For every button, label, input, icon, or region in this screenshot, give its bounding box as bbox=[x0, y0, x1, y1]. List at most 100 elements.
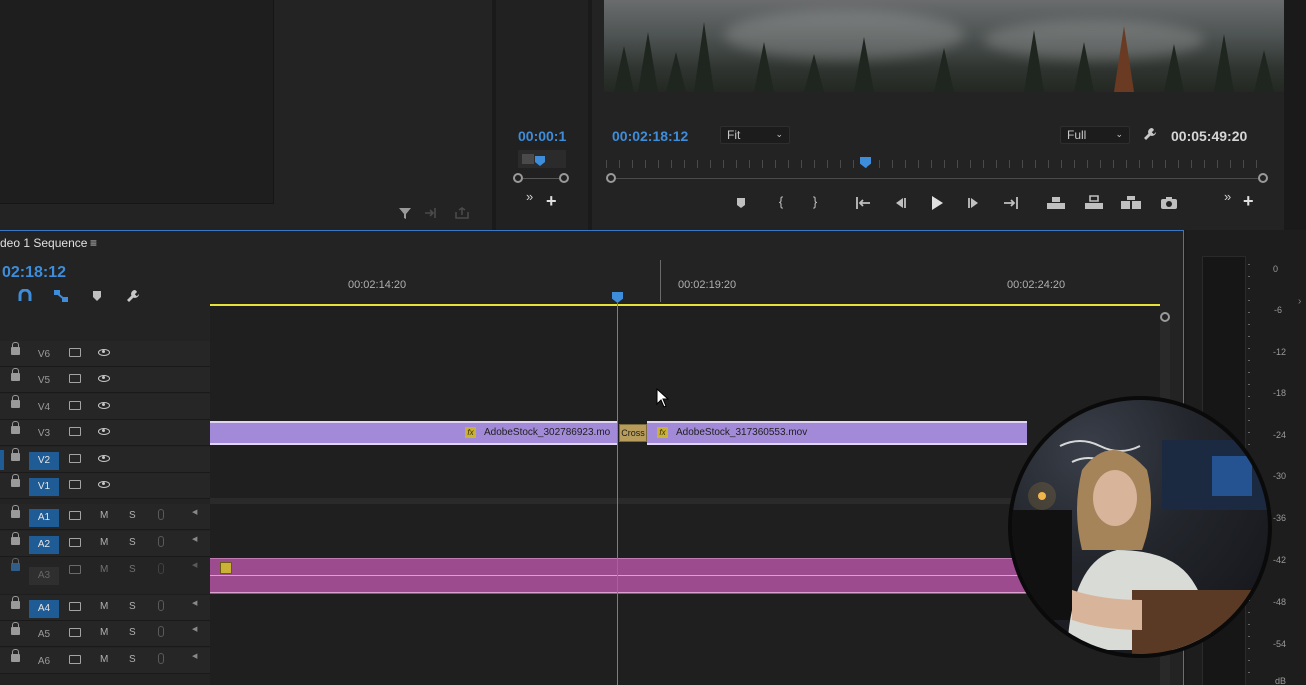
sync-lock-icon[interactable] bbox=[69, 511, 81, 520]
wrench-icon[interactable] bbox=[1142, 126, 1158, 145]
mute-button[interactable]: M bbox=[100, 564, 108, 575]
timeline-settings-icon[interactable] bbox=[125, 288, 141, 307]
microphone-icon[interactable] bbox=[158, 653, 164, 664]
sync-lock-icon[interactable] bbox=[69, 655, 81, 664]
solo-button[interactable]: S bbox=[129, 654, 136, 665]
lock-icon[interactable] bbox=[11, 395, 20, 408]
program-timecode[interactable]: 00:02:18:12 bbox=[612, 128, 688, 144]
mute-button[interactable]: M bbox=[100, 510, 108, 521]
track-label[interactable]: A4 bbox=[29, 600, 59, 618]
mute-button[interactable]: M bbox=[100, 537, 108, 548]
expand-track-icon[interactable]: ◀ bbox=[192, 652, 197, 660]
reference-mini-ruler[interactable] bbox=[518, 150, 566, 168]
lock-icon[interactable] bbox=[11, 474, 20, 487]
sync-lock-icon[interactable] bbox=[69, 374, 81, 383]
track-label[interactable]: V2 bbox=[29, 452, 59, 470]
track-header-v3[interactable]: V3 bbox=[0, 420, 210, 446]
track-label[interactable]: V1 bbox=[29, 478, 59, 496]
lock-icon[interactable] bbox=[11, 558, 20, 571]
reference-timecode[interactable]: 00:00:1 bbox=[518, 128, 566, 144]
zoom-handle-left[interactable] bbox=[513, 173, 523, 183]
add-marker-icon[interactable] bbox=[91, 290, 103, 305]
export-icon[interactable] bbox=[454, 207, 470, 222]
solo-button[interactable]: S bbox=[129, 564, 136, 575]
video-clip[interactable]: fx AdobeStock_317360553.mov bbox=[647, 421, 1027, 445]
track-header-a6[interactable]: A6 M S ◀ bbox=[0, 648, 210, 674]
extract-icon[interactable] bbox=[1084, 195, 1104, 214]
add-button-icon[interactable]: + bbox=[546, 192, 557, 210]
go-to-in-icon[interactable] bbox=[854, 196, 872, 213]
microphone-icon[interactable] bbox=[158, 626, 164, 637]
snap-icon[interactable] bbox=[18, 288, 32, 306]
expand-track-icon[interactable]: ◀ bbox=[192, 561, 197, 569]
track-label[interactable]: A5 bbox=[29, 626, 59, 644]
playhead-marker-icon[interactable] bbox=[535, 156, 545, 166]
more-controls-icon[interactable]: » bbox=[526, 189, 533, 204]
lock-icon[interactable] bbox=[11, 649, 20, 662]
lock-icon[interactable] bbox=[11, 505, 20, 518]
timeline-timecode[interactable]: 02:18:12 bbox=[2, 264, 66, 282]
solo-button[interactable]: S bbox=[129, 627, 136, 638]
sync-lock-icon[interactable] bbox=[69, 565, 81, 574]
lift-icon[interactable] bbox=[1046, 195, 1066, 214]
mark-out-icon[interactable]: } bbox=[805, 194, 825, 209]
track-label[interactable]: V5 bbox=[29, 372, 59, 390]
insert-icon[interactable] bbox=[424, 207, 440, 222]
mute-button[interactable]: M bbox=[100, 627, 108, 638]
linked-selection-icon[interactable] bbox=[53, 289, 69, 306]
lock-icon[interactable] bbox=[11, 421, 20, 434]
source-patch-indicator[interactable] bbox=[0, 450, 4, 470]
mute-button[interactable]: M bbox=[100, 654, 108, 665]
lock-icon[interactable] bbox=[11, 368, 20, 381]
mark-in-icon[interactable]: { bbox=[771, 194, 791, 209]
lock-icon[interactable] bbox=[11, 342, 20, 355]
more-controls-icon[interactable]: » bbox=[1224, 189, 1231, 204]
eye-icon[interactable] bbox=[98, 455, 110, 462]
track-header-v6[interactable]: V6 bbox=[0, 341, 210, 367]
sync-lock-icon[interactable] bbox=[69, 480, 81, 489]
eye-icon[interactable] bbox=[98, 402, 110, 409]
program-time-ruler[interactable] bbox=[606, 160, 1268, 168]
expand-track-icon[interactable]: ◀ bbox=[192, 508, 197, 516]
compare-icon[interactable] bbox=[1120, 195, 1142, 214]
audio-clip[interactable] bbox=[210, 558, 1030, 594]
track-header-a2[interactable]: A2 M S ◀ bbox=[0, 531, 210, 557]
track-header-a3[interactable]: A3 M S ◀ bbox=[0, 557, 210, 595]
track-label[interactable]: V3 bbox=[29, 425, 59, 443]
timeline-scroll-handle[interactable] bbox=[1160, 312, 1170, 322]
track-header-v4[interactable]: V4 bbox=[0, 394, 210, 420]
eye-icon[interactable] bbox=[98, 481, 110, 488]
track-header-v5[interactable]: V5 bbox=[0, 367, 210, 393]
track-label[interactable]: A1 bbox=[29, 509, 59, 527]
go-to-out-icon[interactable] bbox=[1002, 196, 1020, 213]
microphone-icon[interactable] bbox=[158, 536, 164, 547]
microphone-icon[interactable] bbox=[158, 563, 164, 574]
eye-icon[interactable] bbox=[98, 349, 110, 356]
expand-track-icon[interactable]: ◀ bbox=[192, 535, 197, 543]
eye-icon[interactable] bbox=[98, 375, 110, 382]
track-header-a5[interactable]: A5 M S ◀ bbox=[0, 621, 210, 647]
solo-button[interactable]: S bbox=[129, 510, 136, 521]
camera-icon[interactable] bbox=[1160, 196, 1178, 213]
panel-menu-icon[interactable]: ≡ bbox=[90, 236, 97, 250]
quality-select[interactable]: Full ⌄ bbox=[1060, 126, 1130, 144]
marker-icon[interactable] bbox=[734, 196, 750, 210]
video-clip[interactable]: fx AdobeStock_302786923.mo bbox=[210, 421, 618, 445]
filter-icon[interactable] bbox=[398, 206, 412, 223]
cross-dissolve-transition[interactable]: Cross bbox=[619, 424, 647, 442]
program-zoom-handle-right[interactable] bbox=[1258, 173, 1268, 183]
fit-select[interactable]: Fit ⌄ bbox=[720, 126, 790, 144]
solo-button[interactable]: S bbox=[129, 537, 136, 548]
track-label[interactable]: V4 bbox=[29, 399, 59, 417]
mute-button[interactable]: M bbox=[100, 601, 108, 612]
play-icon[interactable] bbox=[929, 195, 945, 214]
step-back-icon[interactable] bbox=[892, 196, 908, 213]
sync-lock-icon[interactable] bbox=[69, 538, 81, 547]
program-zoom-handle-left[interactable] bbox=[606, 173, 616, 183]
track-header-a1[interactable]: A1 M S ◀ bbox=[0, 504, 210, 530]
track-label[interactable]: A6 bbox=[29, 653, 59, 671]
sync-lock-icon[interactable] bbox=[69, 348, 81, 357]
sync-lock-icon[interactable] bbox=[69, 427, 81, 436]
microphone-icon[interactable] bbox=[158, 600, 164, 611]
zoom-handle-right[interactable] bbox=[559, 173, 569, 183]
